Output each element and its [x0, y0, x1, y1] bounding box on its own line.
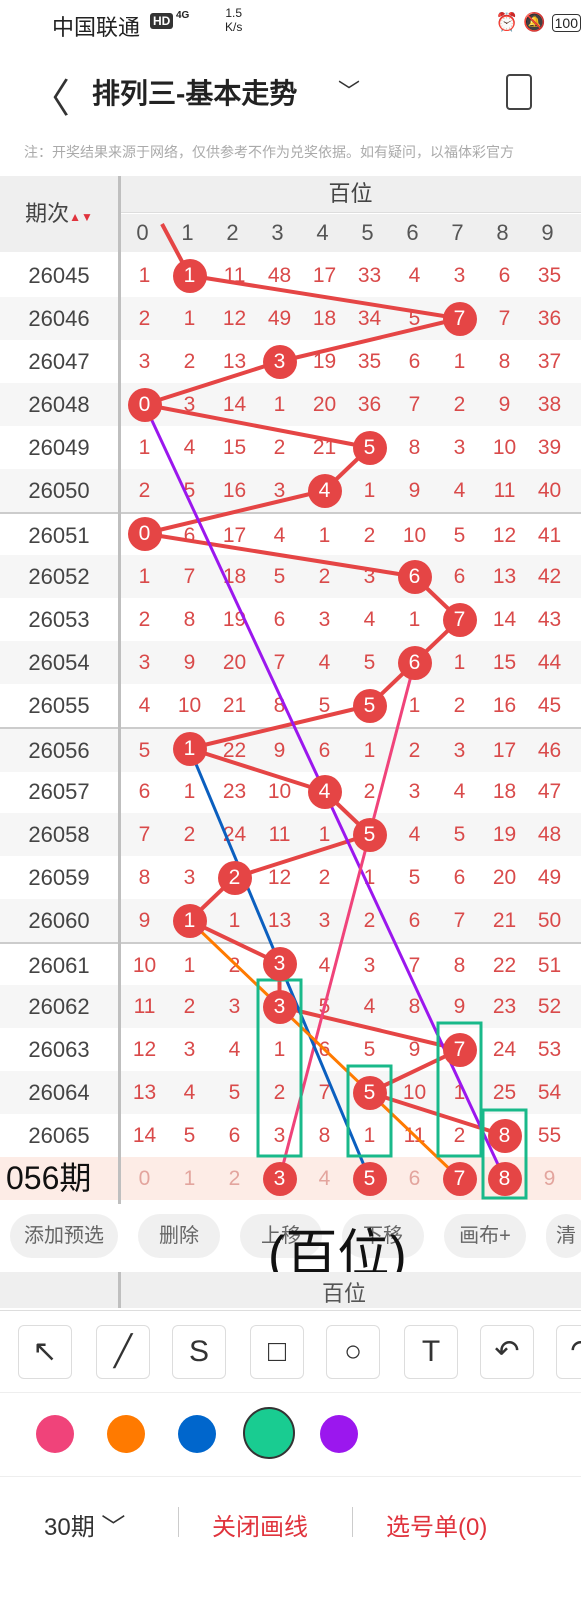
- hit-ball: 0: [127, 387, 162, 422]
- period-count-select[interactable]: 30期 ﹀: [44, 1507, 125, 1542]
- prediction-ball[interactable]: 7: [442, 1161, 477, 1196]
- bottom-bar: 30期 ﹀ 关闭画线 选号单(0): [0, 1476, 581, 1567]
- hit-ball: 5: [352, 1075, 387, 1110]
- prediction-ball[interactable]: 5: [352, 1161, 387, 1196]
- drawn-line-orange: [188, 919, 461, 1180]
- add-preselect-button[interactable]: 添加预选: [10, 1214, 118, 1258]
- page-title[interactable]: 排列三-基本走势: [92, 72, 297, 112]
- hit-ball: 4: [307, 473, 342, 508]
- trend-grid: 期次▲▼ 百位 0123456789 26045 1 11 48 17 33 4 3 6 35 26…: [0, 176, 581, 1204]
- color-blue-swatch[interactable]: [178, 1415, 216, 1453]
- text-tool-icon[interactable]: T: [404, 1325, 458, 1379]
- trend-line: [144, 488, 325, 536]
- hit-ball: 7: [442, 602, 477, 637]
- hit-ball: 7: [442, 1032, 477, 1067]
- hit-ball: 1: [172, 731, 207, 766]
- sub-header: 百位: [0, 1272, 581, 1308]
- chevron-down-icon: ﹀: [101, 1514, 126, 1541]
- redo-icon[interactable]: ↷: [556, 1325, 581, 1379]
- hit-ball: 6: [397, 645, 432, 680]
- trend-line: [279, 316, 460, 364]
- hd-badge: HD: [150, 13, 174, 29]
- disclaimer-notice: 注：开奖结果来源于网络，仅供参考不作为兑奖依据。如有疑问，以福体彩官方: [24, 144, 514, 160]
- trend-line: [233, 832, 371, 880]
- hit-ball: 0: [127, 516, 162, 551]
- color-picker: [0, 1392, 581, 1475]
- undo-icon[interactable]: ↶: [480, 1325, 534, 1379]
- hit-ball: 5: [352, 817, 387, 852]
- delete-button[interactable]: 删除: [138, 1214, 220, 1258]
- hit-ball: 2: [217, 860, 252, 895]
- trend-line: [144, 402, 370, 450]
- trend-line: [143, 359, 281, 407]
- sub-header-label: 百位: [322, 1281, 367, 1306]
- status-bar: 中国联通 HD 4G 1.5 K/s ⏰ 🔕 100: [0, 0, 581, 50]
- hit-ball: 5: [352, 430, 387, 465]
- pick-list-button[interactable]: 选号单(0): [386, 1507, 487, 1542]
- color-purple-swatch[interactable]: [320, 1415, 358, 1453]
- color-pink-swatch[interactable]: [36, 1415, 74, 1453]
- hit-ball: 1: [172, 903, 207, 938]
- color-green-swatch[interactable]: [243, 1407, 295, 1459]
- trend-line: [188, 746, 326, 794]
- trend-line: [144, 531, 415, 579]
- hit-ball: 4: [307, 774, 342, 809]
- drawing-canvas[interactable]: [0, 176, 581, 1204]
- draw-toolbar: ↖ ╱ S □ ○ T ↶ ↷: [0, 1310, 581, 1391]
- canvas-plus-button[interactable]: 画布+: [444, 1214, 526, 1258]
- close-drawing-button[interactable]: 关闭画线: [212, 1507, 308, 1542]
- arrow-tool-icon[interactable]: ↖: [18, 1325, 72, 1379]
- circle-tool-icon[interactable]: ○: [326, 1325, 380, 1379]
- hit-ball: 3: [262, 989, 297, 1024]
- color-orange-swatch[interactable]: [107, 1415, 145, 1453]
- alarm-icon: ⏰: [495, 12, 519, 32]
- prediction-ball[interactable]: 8: [487, 1161, 522, 1196]
- network-label: 4G: [176, 10, 190, 21]
- status-icons: ⏰ 🔕 100: [496, 12, 581, 33]
- trend-line: [189, 703, 370, 751]
- rectangle-tool-icon[interactable]: □: [250, 1325, 304, 1379]
- app-header: 〈 排列三-基本走势 ﹀: [0, 52, 581, 128]
- line-tool-icon[interactable]: ╱: [96, 1325, 150, 1379]
- chevron-down-icon[interactable]: ﹀: [338, 74, 360, 106]
- hit-ball: 6: [397, 559, 432, 594]
- clear-button[interactable]: 清: [546, 1214, 581, 1258]
- hit-ball: 8: [487, 1118, 522, 1153]
- freehand-tool-icon[interactable]: S: [172, 1325, 226, 1379]
- hit-ball: 5: [352, 688, 387, 723]
- trend-line: [189, 273, 460, 321]
- back-arrow-icon[interactable]: 〈: [30, 66, 70, 124]
- hit-ball: 3: [262, 946, 297, 981]
- screen-rotate-icon[interactable]: [506, 74, 532, 110]
- carrier-label: 中国联通: [52, 15, 141, 40]
- net-speed: 1.5 K/s: [225, 6, 243, 34]
- hit-ball: 3: [262, 344, 297, 379]
- mute-icon: 🔕: [523, 12, 546, 32]
- prediction-ball[interactable]: 3: [262, 1161, 297, 1196]
- battery-icon: 100: [551, 14, 581, 32]
- hit-ball: 1: [172, 258, 207, 293]
- hit-ball: 7: [442, 301, 477, 336]
